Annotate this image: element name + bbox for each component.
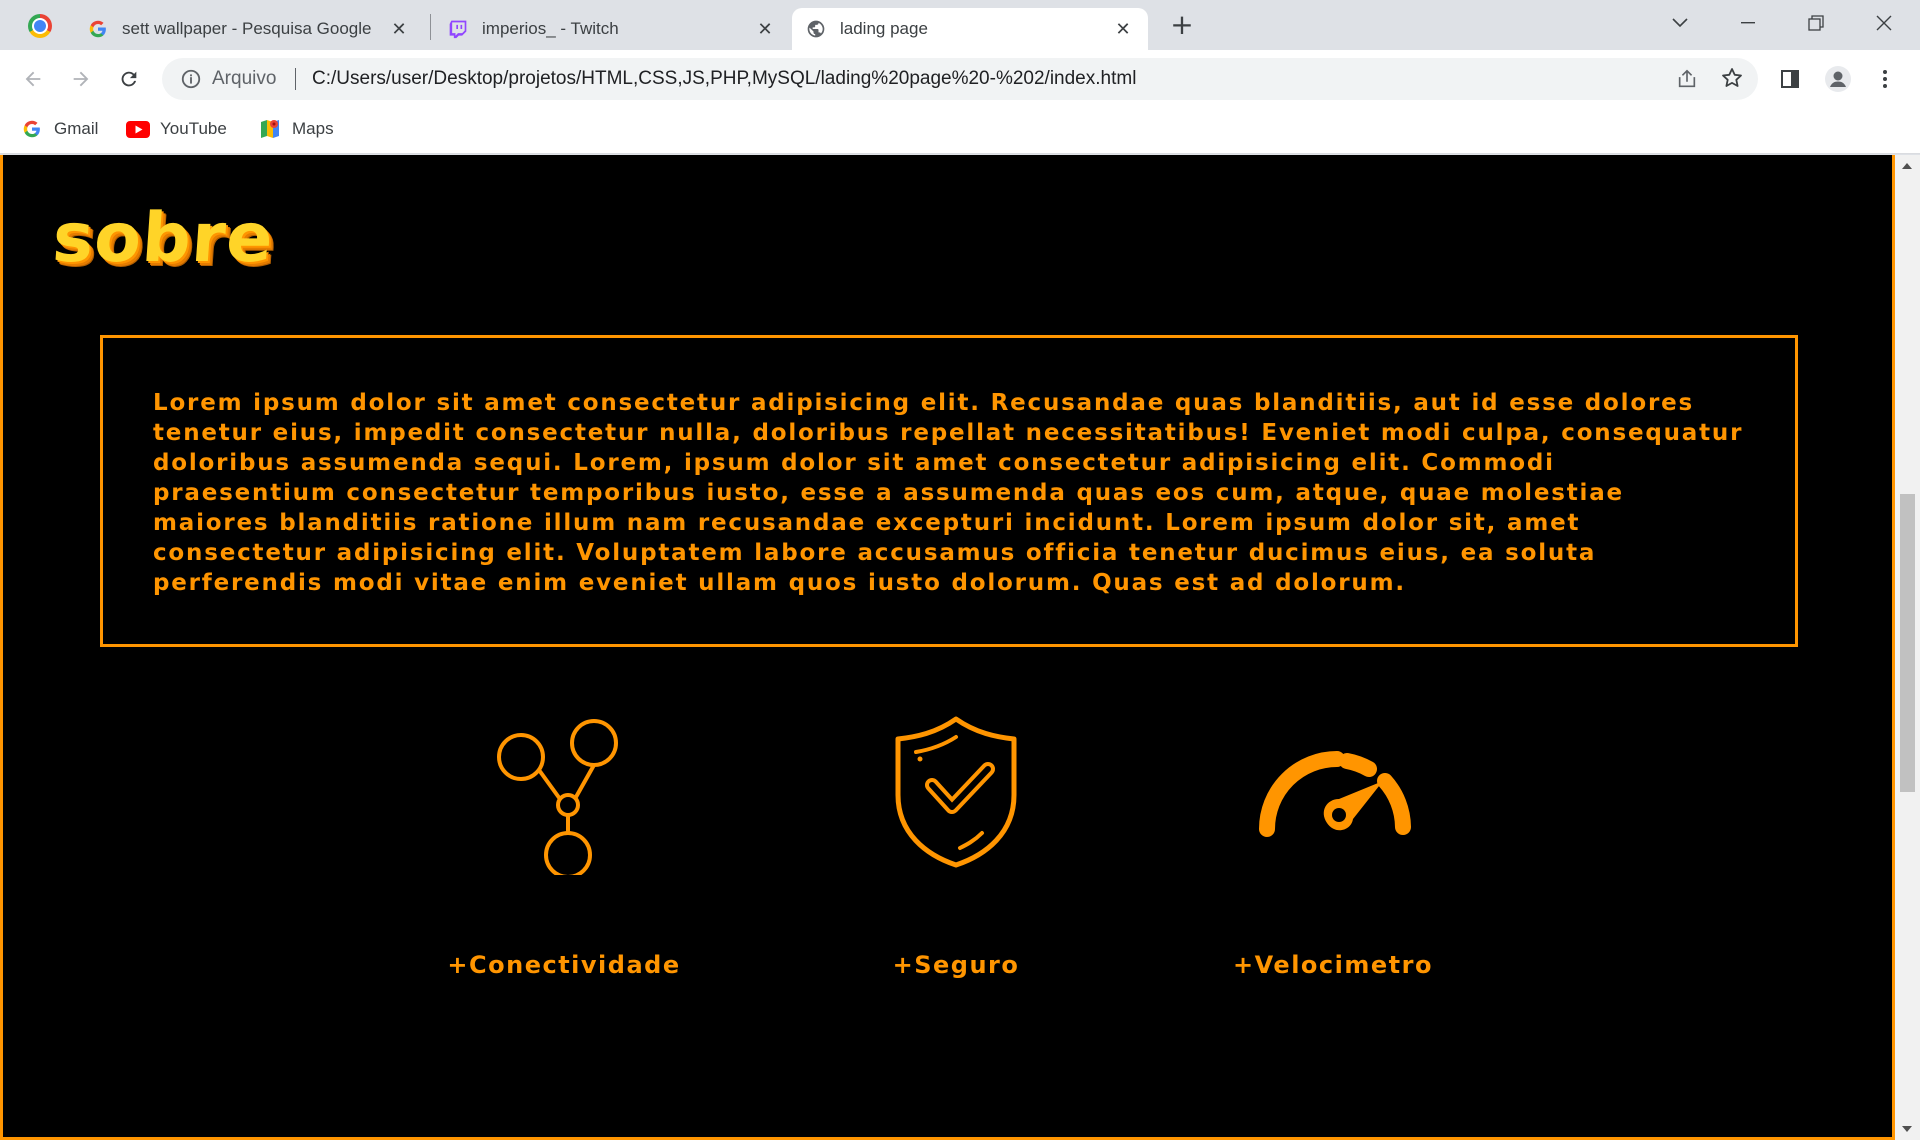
restore-button[interactable] xyxy=(1796,8,1836,38)
bookmark-label: YouTube xyxy=(160,119,227,138)
minimize-button[interactable] xyxy=(1728,8,1768,38)
tab-title: lading page xyxy=(840,19,928,38)
page-viewport: sobre Lorem ipsum dolor sit amet consect… xyxy=(0,155,1920,1140)
maps-icon xyxy=(258,119,282,139)
about-section: sobre Lorem ipsum dolor sit amet consect… xyxy=(0,155,1895,1140)
share-icon[interactable] xyxy=(1676,68,1698,94)
feature-conectividade: +Conectividade xyxy=(404,715,724,1035)
close-window-button[interactable] xyxy=(1864,8,1904,38)
bookmark-star-icon[interactable] xyxy=(1720,66,1744,94)
network-icon xyxy=(404,715,724,875)
back-button[interactable] xyxy=(18,64,48,94)
scroll-down-arrow-icon[interactable] xyxy=(1902,1126,1912,1132)
side-panel-icon[interactable] xyxy=(1775,64,1805,94)
twitch-icon xyxy=(448,19,468,39)
scrollbar-thumb[interactable] xyxy=(1900,494,1915,792)
address-bar[interactable]: Arquivo C:/Users/user/Desktop/projetos/H… xyxy=(162,58,1758,100)
shield-check-icon xyxy=(796,715,1116,875)
page-scrollbar[interactable] xyxy=(1895,155,1920,1140)
tab-separator xyxy=(430,14,431,40)
info-icon[interactable] xyxy=(180,68,202,94)
bookmark-gmail[interactable]: Gmail xyxy=(20,114,98,144)
new-tab-button[interactable]: + xyxy=(1168,11,1196,40)
url-text[interactable]: C:/Users/user/Desktop/projetos/HTML,CSS,… xyxy=(312,68,1136,90)
tab-twitch[interactable]: imperios_ - Twitch ✕ xyxy=(434,8,790,50)
tab-lading-page[interactable]: lading page ✕ xyxy=(792,8,1148,50)
youtube-icon xyxy=(126,119,150,139)
scheme-label: Arquivo xyxy=(212,68,277,89)
feature-seguro: +Seguro xyxy=(796,715,1116,1035)
close-icon[interactable]: ✕ xyxy=(388,18,410,40)
browser-toolbar: Arquivo C:/Users/user/Desktop/projetos/H… xyxy=(0,50,1920,108)
about-text-box: Lorem ipsum dolor sit amet consectetur a… xyxy=(100,335,1798,647)
reload-button[interactable] xyxy=(114,64,144,94)
tab-strip: sett wallpaper - Pesquisa Google ✕ imper… xyxy=(0,0,1920,50)
kebab-menu-icon[interactable] xyxy=(1870,64,1900,94)
tab-search-chevron-icon[interactable] xyxy=(1660,8,1700,38)
tab-title: sett wallpaper - Pesquisa Google xyxy=(122,19,372,38)
bookmark-label: Maps xyxy=(292,119,334,138)
feature-label: +Seguro xyxy=(892,951,1020,979)
globe-icon xyxy=(806,19,826,39)
profile-avatar-icon[interactable] xyxy=(1823,64,1853,94)
feature-label: +Velocimetro xyxy=(1233,951,1433,979)
speedometer-icon xyxy=(1173,715,1493,875)
page-title: sobre xyxy=(50,199,277,278)
bookmarks-bar: Gmail YouTube Maps xyxy=(0,108,1920,154)
google-icon xyxy=(88,19,108,39)
bookmark-youtube[interactable]: YouTube xyxy=(126,114,227,144)
about-text: Lorem ipsum dolor sit amet consectetur a… xyxy=(153,390,1744,596)
address-divider xyxy=(295,68,296,90)
feature-label: +Conectividade xyxy=(447,951,681,979)
chrome-menu-icon[interactable] xyxy=(28,14,52,38)
forward-button[interactable] xyxy=(66,64,96,94)
bookmark-label: Gmail xyxy=(54,119,99,138)
scroll-up-arrow-icon[interactable] xyxy=(1902,163,1912,169)
tab-google-search[interactable]: sett wallpaper - Pesquisa Google ✕ xyxy=(74,8,424,50)
feature-velocimetro: +Velocimetro xyxy=(1173,715,1493,1035)
close-icon[interactable]: ✕ xyxy=(1112,18,1134,40)
tab-title: imperios_ - Twitch xyxy=(482,19,619,38)
google-icon xyxy=(20,119,44,139)
bookmark-maps[interactable]: Maps xyxy=(258,114,334,144)
close-icon[interactable]: ✕ xyxy=(754,18,776,40)
